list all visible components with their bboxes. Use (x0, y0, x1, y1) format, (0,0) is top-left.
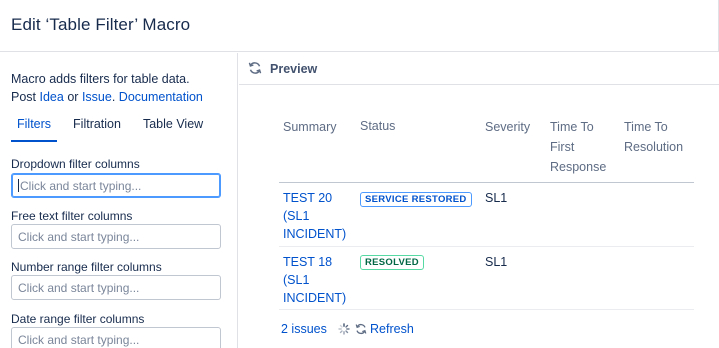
status-badge: RESOLVED (360, 255, 424, 270)
row-1-summary-link[interactable]: TEST 20 (SL1 INCIDENT) (283, 189, 346, 243)
dialog-header: Edit ‘Table Filter’ Macro (0, 0, 719, 52)
ttr-line-2: Resolution (624, 140, 684, 154)
dropdown-filter-placeholder: Click and start typing... (20, 179, 142, 193)
preview-panel: Preview Summary Status Severity Time To … (239, 53, 719, 348)
dialog-title: Edit ‘Table Filter’ Macro (11, 15, 191, 34)
date-range-filter-input[interactable]: Click and start typing... (11, 327, 221, 348)
tab-table-view[interactable]: Table View (137, 117, 209, 138)
row-2-summary-line-2: (SL1 (283, 273, 310, 287)
ttfr-line-2: First (550, 140, 575, 154)
text-caret (18, 179, 19, 192)
row-1-summary-line-1: TEST 20 (283, 191, 333, 205)
row-2-summary-link[interactable]: TEST 18 (SL1 INCIDENT) (283, 253, 346, 307)
free-text-filter-placeholder: Click and start typing... (18, 230, 140, 244)
idea-link[interactable]: Idea (40, 90, 64, 104)
row-1-summary-line-2: (SL1 (283, 209, 310, 223)
loading-spinner-icon (338, 323, 350, 335)
macro-description: Macro adds filters for table data. Post … (11, 70, 233, 106)
date-range-filter-placeholder: Click and start typing... (18, 333, 140, 347)
ttfr-line-3: Response (550, 160, 607, 174)
refresh-icon[interactable] (355, 323, 367, 335)
free-text-filter-label: Free text filter columns (11, 209, 133, 223)
tab-filtration[interactable]: Filtration (67, 117, 127, 138)
preview-bar: Preview (239, 53, 719, 85)
dropdown-filter-input[interactable]: Click and start typing... (11, 173, 221, 198)
row-2-summary-line-3: INCIDENT) (283, 291, 347, 305)
header-divider-line (279, 182, 694, 183)
number-range-filter-input[interactable]: Click and start typing... (11, 275, 221, 300)
row-2-severity: SL1 (485, 255, 508, 269)
or-label: or (67, 90, 79, 104)
documentation-link[interactable]: Documentation (119, 90, 203, 104)
description-text: Macro adds filters for table data. (11, 72, 190, 86)
row-divider (279, 309, 694, 310)
column-status[interactable]: Status (360, 116, 395, 136)
row-1-severity: SL1 (485, 191, 508, 205)
row-2-summary-line-1: TEST 18 (283, 255, 333, 269)
row-1-summary-line-3: INCIDENT) (283, 227, 347, 241)
ttr-line-1: Time To (624, 120, 668, 134)
free-text-filter-input[interactable]: Click and start typing... (11, 224, 221, 249)
number-range-filter-label: Number range filter columns (11, 260, 162, 274)
row-divider (279, 246, 694, 247)
issue-link[interactable]: Issue (82, 90, 112, 104)
ttfr-line-1: Time To (550, 120, 594, 134)
tab-filters[interactable]: Filters (11, 117, 58, 142)
macro-settings-panel: Macro adds filters for table data. Post … (0, 53, 238, 348)
column-summary[interactable]: Summary (283, 117, 336, 137)
status-badge: SERVICE RESTORED (360, 192, 472, 207)
column-severity[interactable]: Severity (485, 117, 530, 137)
refresh-icon[interactable] (248, 61, 262, 75)
column-time-to-resolution[interactable]: Time To Resolution (624, 117, 683, 157)
column-time-to-first-response[interactable]: Time To First Response (550, 117, 606, 177)
date-range-filter-label: Date range filter columns (11, 312, 145, 326)
dropdown-filter-label: Dropdown filter columns (11, 157, 140, 171)
issues-count-link[interactable]: 2 issues (281, 322, 327, 336)
settings-tabs: Filters Filtration Table View (11, 117, 219, 142)
period: . (111, 90, 116, 104)
number-range-filter-placeholder: Click and start typing... (18, 281, 140, 295)
post-label: Post (11, 90, 37, 104)
preview-label: Preview (270, 62, 318, 76)
refresh-link[interactable]: Refresh (370, 322, 414, 336)
